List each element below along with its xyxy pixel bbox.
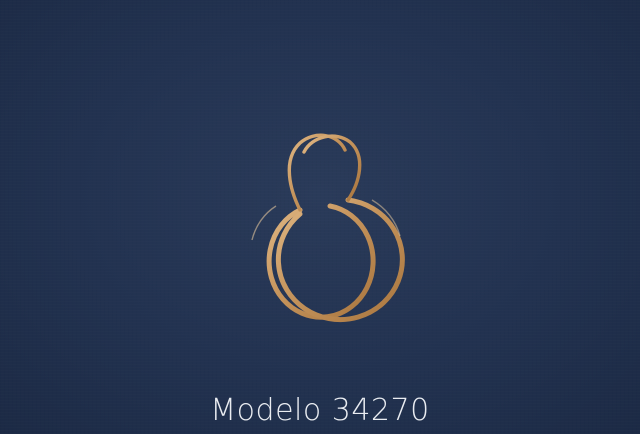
right-hoop [275, 134, 405, 323]
model-caption: Modelo 34270 [210, 393, 430, 428]
gold-hoop-earrings-image [251, 133, 405, 323]
product-photo: Modelo 34270 [0, 0, 640, 434]
